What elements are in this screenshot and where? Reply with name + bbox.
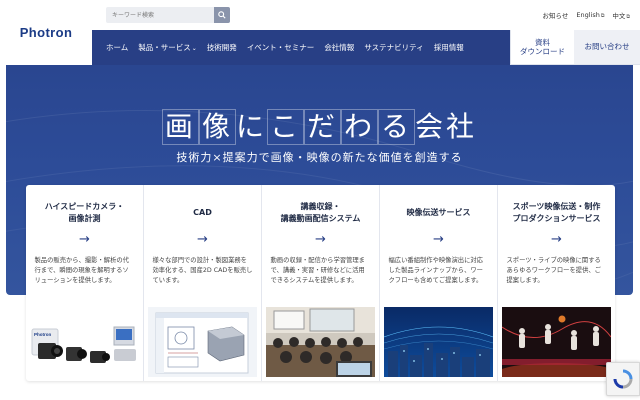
card-description: 動画の収録・配信から学習管理まで、講義・実習・研修などに活用できるシステムを提供… — [270, 257, 365, 285]
logo-container[interactable]: Photron — [0, 0, 92, 64]
nav-events[interactable]: イベント・セミナー — [247, 42, 315, 53]
card-description: スポーツ・ライブの映像に関するあらゆるワークフローを提供、ご提案します。 — [506, 257, 601, 285]
card-cad[interactable]: CAD → 様々な部門での設計・製図業務を効率化する、国産2D CADを販売して… — [144, 185, 262, 381]
hero-headline: 画像にこだわる会社 — [6, 105, 633, 145]
search-icon — [218, 11, 226, 19]
card-video-transmission[interactable]: 映像伝送サービス → 幅広い番組制作や映像演出に対応した製品ラインナップから、ワ… — [380, 185, 498, 381]
arrow-right-icon: → — [79, 232, 90, 247]
card-description: 様々な部門での設計・製図業務を効率化する、国産2D CADを販売しています。 — [152, 257, 253, 285]
arrow-right-icon: → — [197, 232, 208, 247]
camera-products-image: Photron — [30, 307, 139, 377]
card-title: ハイスピードカメラ・ 画像計測 — [44, 202, 125, 223]
headline-char: 像 — [198, 109, 236, 145]
search-input[interactable] — [106, 7, 214, 23]
card-title: スポーツ映像伝送・制作 プロダクションサービス — [512, 202, 601, 223]
chinese-link[interactable]: 中文⧉ — [612, 10, 630, 20]
card-title: 映像伝送サービス — [406, 208, 471, 217]
headline-char: に — [235, 110, 267, 143]
chinese-label: 中文 — [612, 12, 626, 20]
headline-char: こ — [266, 109, 304, 145]
nav-products[interactable]: 製品・サービス⌄ — [138, 42, 197, 53]
chevron-down-icon: ⌄ — [191, 45, 197, 52]
news-link[interactable]: お知らせ — [542, 10, 568, 20]
city-network-image — [384, 307, 493, 377]
top-bar: お知らせ English⧉ 中文⧉ — [92, 0, 640, 30]
card-highspeed-camera[interactable]: ハイスピードカメラ・ 画像計測 → 製品の販売から、撮影・解析の代行まで、瞬間の… — [26, 185, 144, 381]
headline-char: 画 — [161, 109, 199, 145]
top-links: お知らせ English⧉ 中文⧉ — [542, 10, 630, 20]
search-box — [106, 7, 230, 23]
search-button[interactable] — [214, 7, 230, 23]
recaptcha-icon — [613, 369, 633, 389]
card-lecture-system[interactable]: 講義収録・ 講義動画配信システム → 動画の収録・配信から学習管理まで、講義・実… — [262, 185, 380, 381]
arrow-right-icon: → — [551, 232, 562, 247]
card-sports-production[interactable]: スポーツ映像伝送・制作 プロダクションサービス → スポーツ・ライブの映像に関す… — [498, 185, 615, 381]
arrow-right-icon: → — [315, 232, 326, 247]
english-link[interactable]: English⧉ — [576, 11, 604, 19]
nav-products-label: 製品・サービス — [138, 43, 191, 52]
nav-recruit[interactable]: 採用情報 — [434, 42, 464, 53]
headline-char: 社 — [446, 110, 478, 143]
lecture-classroom-image — [266, 307, 375, 377]
headline-char: わ — [341, 109, 379, 145]
card-description: 幅広い番組制作や映像演出に対応した製品ラインナップから、ワークフローも含めてご提… — [388, 257, 483, 285]
contact-label: お問い合わせ — [584, 42, 630, 52]
headline-char: 会 — [415, 110, 447, 143]
english-label: English — [576, 11, 600, 19]
photron-logo[interactable]: Photron — [20, 25, 73, 40]
headline-char: だ — [303, 109, 341, 145]
card-title: CAD — [193, 208, 212, 217]
nav-sustainability[interactable]: サステナビリティ — [364, 42, 423, 53]
nav-home[interactable]: ホーム — [106, 42, 128, 53]
nav-technology[interactable]: 技術開発 — [207, 42, 237, 53]
recaptcha-badge[interactable] — [606, 362, 640, 396]
nav-company[interactable]: 会社情報 — [324, 42, 354, 53]
service-cards: ハイスピードカメラ・ 画像計測 → 製品の販売から、撮影・解析の代行まで、瞬間の… — [26, 185, 615, 381]
external-link-icon: ⧉ — [626, 14, 630, 20]
arrow-right-icon: → — [433, 232, 444, 247]
svg-text:Photron: Photron — [34, 332, 51, 337]
catalog-download-button[interactable]: 資料 ダウンロード — [510, 30, 574, 65]
card-description: 製品の販売から、撮影・解析の代行まで、瞬間の現象を解明するソリューションを提供し… — [34, 257, 129, 285]
sports-basketball-image — [502, 307, 611, 377]
contact-button[interactable]: お問い合わせ — [574, 30, 640, 65]
card-title: 講義収録・ 講義動画配信システム — [280, 202, 361, 223]
main-nav: ホーム 製品・サービス⌄ 技術開発 イベント・セミナー 会社情報 サステナビリテ… — [92, 30, 510, 65]
external-link-icon: ⧉ — [600, 13, 605, 19]
headline-char: る — [378, 109, 416, 145]
hero-subline: 技術力×提案力で画像・映像の新たな価値を創造する — [176, 151, 463, 164]
catalog-download-label: 資料 ダウンロード — [520, 37, 565, 56]
cad-software-image — [148, 307, 257, 377]
